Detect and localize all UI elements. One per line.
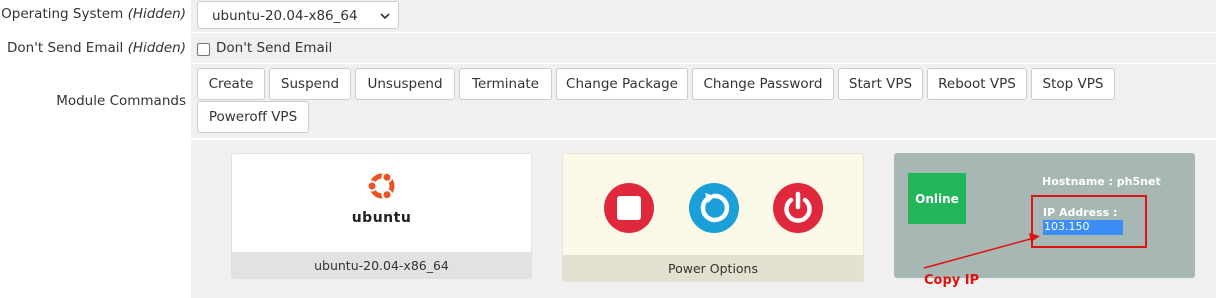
dont-send-email-checkbox-label[interactable]: Don't Send Email xyxy=(216,40,332,56)
power-card: Power Options xyxy=(562,153,864,282)
start-vps-button[interactable]: Start VPS xyxy=(838,68,923,100)
poweroff-power-button[interactable] xyxy=(773,183,823,233)
os-card-caption: ubuntu-20.04-x86_64 xyxy=(232,252,531,278)
email-label: Don't Send Email (Hidden) xyxy=(7,40,186,56)
os-select[interactable]: ubuntu-20.04-x86_64 xyxy=(197,1,399,29)
power-icon xyxy=(784,191,812,223)
terminate-button[interactable]: Terminate xyxy=(459,68,552,100)
status-card: Online Hostname : ph5net IP Address : 10… xyxy=(894,153,1195,278)
power-card-caption: Power Options xyxy=(563,255,863,281)
ip-address-value[interactable]: 103.150 xyxy=(1043,220,1123,235)
module-label: Module Commands xyxy=(56,93,186,109)
ubuntu-logo-icon xyxy=(366,171,395,201)
change-package-button[interactable]: Change Package xyxy=(556,68,688,100)
online-status-badge: Online xyxy=(908,173,966,224)
suspend-button[interactable]: Suspend xyxy=(269,68,351,100)
email-row: Don't Send Email (Hidden) xyxy=(0,33,1216,63)
unsuspend-button[interactable]: Unsuspend xyxy=(355,68,455,100)
ubuntu-logo-text: ubuntu xyxy=(351,210,412,226)
restart-icon xyxy=(700,193,730,223)
os-select-value: ubuntu-20.04-x86_64 xyxy=(212,8,358,24)
os-label: Operating System (Hidden) xyxy=(1,6,186,22)
os-row: Operating System (Hidden) ubuntu-20.04-x… xyxy=(0,0,1216,32)
stop-square-icon xyxy=(617,196,641,220)
os-card: ubuntu ubuntu-20.04-x86_64 xyxy=(231,153,532,279)
poweroff-vps-button[interactable]: Poweroff VPS xyxy=(197,101,309,133)
stop-vps-button[interactable]: Stop VPS xyxy=(1031,68,1115,100)
create-button[interactable]: Create xyxy=(197,68,265,100)
ip-address-value-text: 103.150 xyxy=(1044,220,1090,233)
dont-send-email-checkbox[interactable] xyxy=(197,43,210,56)
ip-address-box: IP Address : 103.150 xyxy=(1031,195,1147,248)
reboot-vps-button[interactable]: Reboot VPS xyxy=(927,68,1027,100)
ip-address-label: IP Address : xyxy=(1043,206,1118,219)
change-password-button[interactable]: Change Password xyxy=(692,68,834,100)
stop-power-button[interactable] xyxy=(604,183,654,233)
copy-ip-annotation: Copy IP xyxy=(924,273,980,288)
restart-power-button[interactable] xyxy=(689,183,739,233)
email-field-bg xyxy=(191,33,1216,63)
hostname-text: Hostname : ph5net xyxy=(1042,175,1161,188)
chevron-down-icon xyxy=(380,13,390,20)
